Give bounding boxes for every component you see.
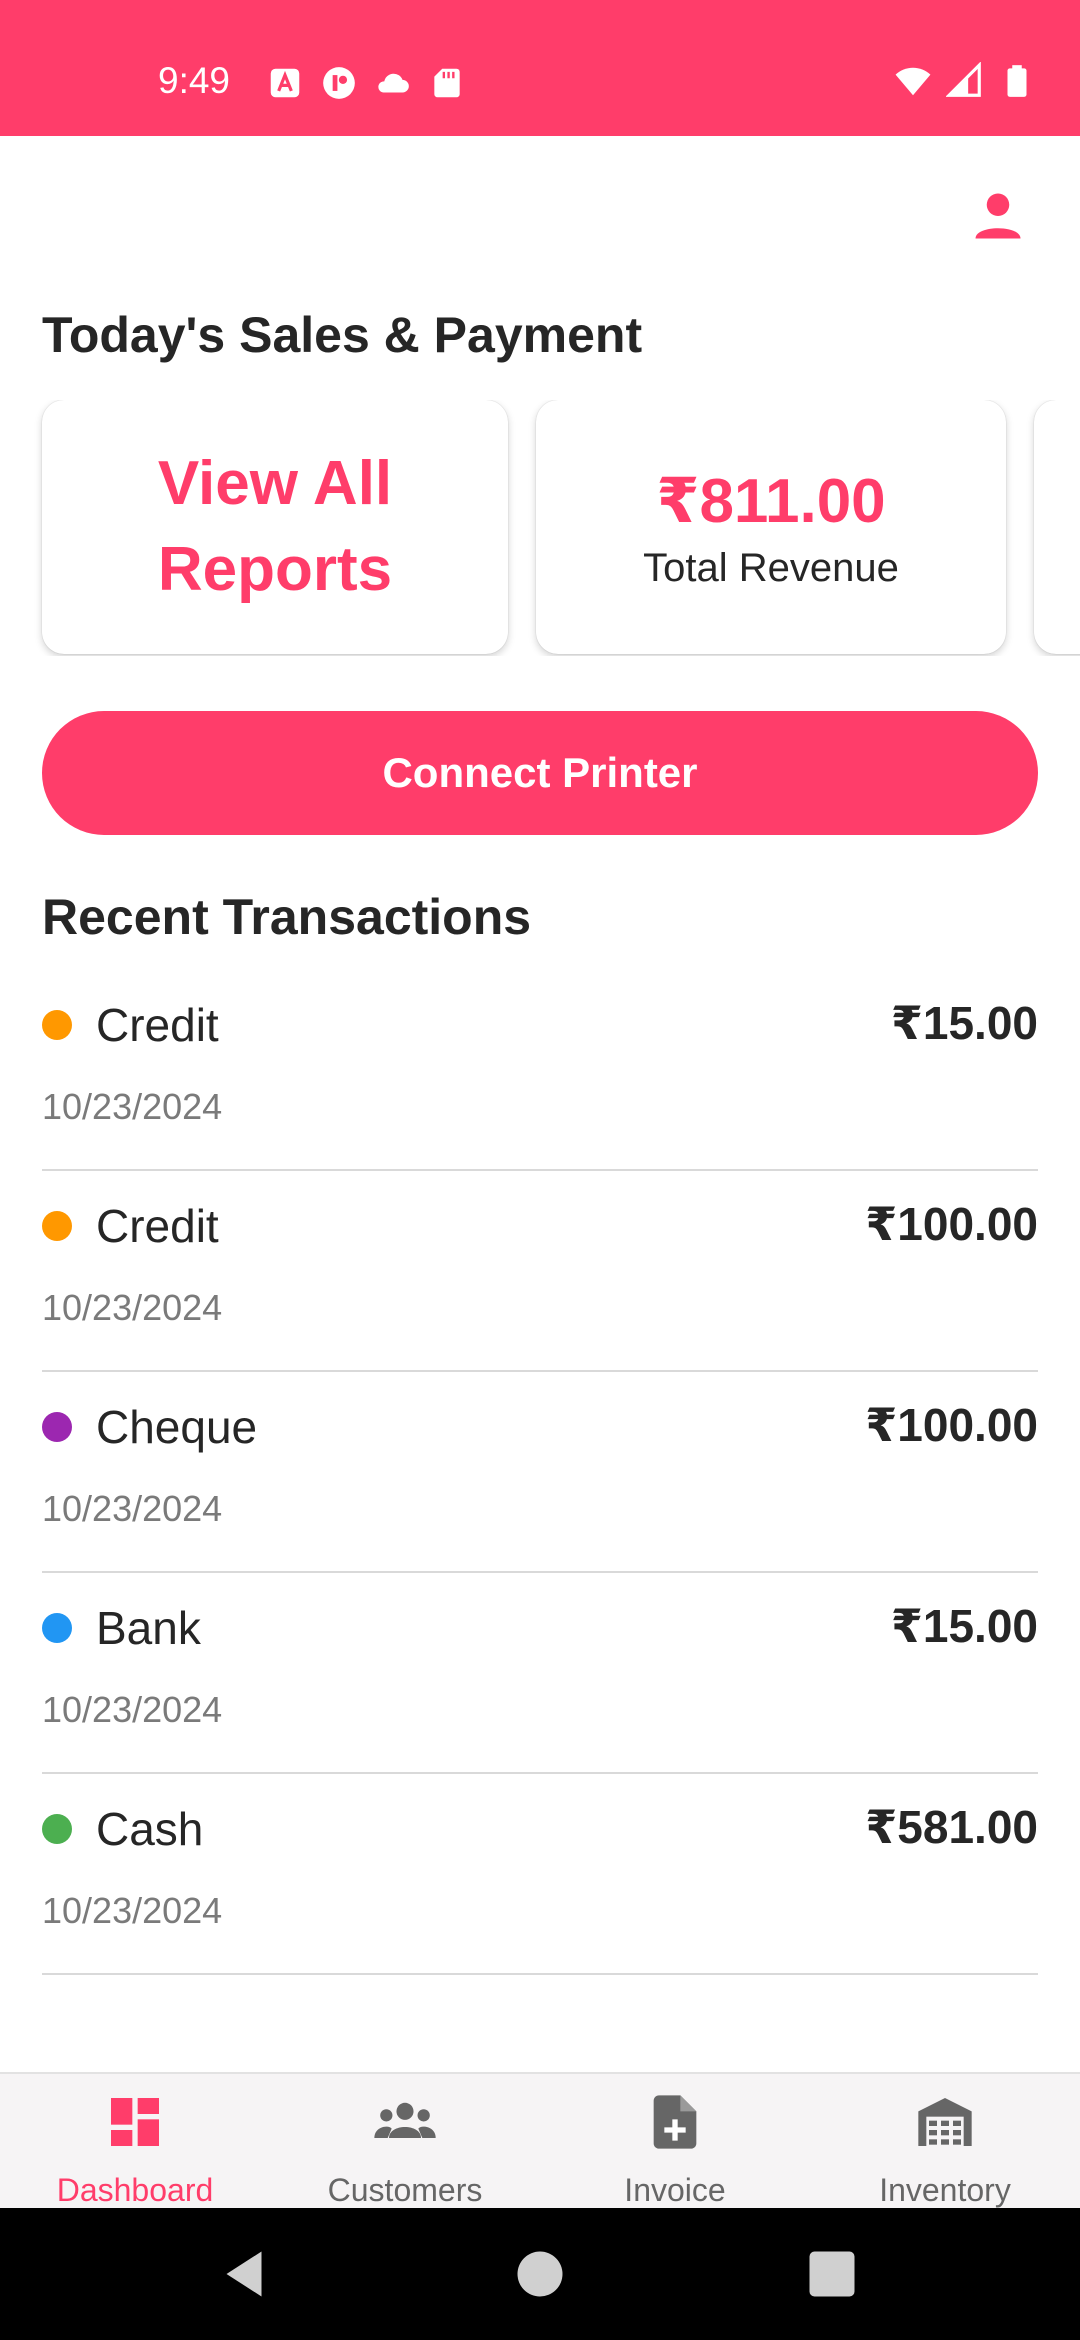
total-revenue-card[interactable]: ₹811.00 Total Revenue	[536, 400, 1006, 654]
payment-type-dot	[42, 1211, 72, 1241]
nav-inventory[interactable]: Inventory	[810, 2074, 1080, 2208]
transaction-date: 10/23/2024	[42, 1890, 223, 1931]
status-icons-right	[894, 62, 1036, 100]
dashboard-icon	[111, 2098, 159, 2146]
app-header	[0, 136, 1080, 296]
transaction-amount: ₹100.00	[865, 1198, 1038, 1250]
transaction-date: 10/23/2024	[42, 1488, 223, 1529]
customers-icon	[374, 2102, 436, 2138]
transactions-list: Credit ₹15.00 10/23/2024 Credit ₹100.00 …	[42, 970, 1038, 1975]
payment-type-dot	[42, 1412, 72, 1442]
transaction-amount: ₹15.00	[890, 997, 1038, 1049]
status-time: 9:49	[158, 60, 231, 101]
home-icon[interactable]	[510, 2244, 570, 2304]
sd-card-icon	[434, 68, 460, 98]
transaction-type: Cash	[96, 1803, 204, 1855]
back-icon[interactable]	[214, 2244, 274, 2304]
recents-icon[interactable]	[802, 2244, 862, 2304]
transaction-type: Bank	[96, 1602, 201, 1654]
battery-icon	[1007, 65, 1027, 97]
transaction-amount: ₹100.00	[865, 1399, 1038, 1451]
connect-printer-button[interactable]: Connect Printer	[42, 711, 1038, 835]
transactions-title: Recent Transactions	[42, 889, 532, 945]
nav-label-customers: Customers	[327, 2172, 483, 2208]
invoice-icon	[653, 2095, 697, 2149]
transaction-amount: ₹581.00	[865, 1801, 1038, 1853]
bottom-nav: Dashboard Customers Invoice Inventory	[0, 2072, 1080, 2208]
transaction-type: Credit	[96, 999, 219, 1051]
transaction-row[interactable]: Credit ₹100.00 10/23/2024	[42, 1171, 1038, 1372]
person-icon[interactable]	[968, 186, 1028, 246]
next-card-partial[interactable]	[1034, 400, 1080, 654]
status-bar: 9:49	[0, 0, 1080, 136]
total-revenue-label: Total Revenue	[643, 545, 899, 590]
signal-icon	[946, 62, 981, 97]
transaction-row[interactable]: Cheque ₹100.00 10/23/2024	[42, 1372, 1038, 1573]
text-a-icon	[270, 68, 300, 98]
system-nav-bar	[0, 2208, 1080, 2340]
sales-cards[interactable]: View All Reports ₹811.00 Total Revenue	[0, 400, 1080, 656]
inventory-icon	[918, 2098, 972, 2146]
transaction-row[interactable]: Cash ₹581.00 10/23/2024	[42, 1774, 1038, 1975]
wifi-icon	[895, 67, 931, 96]
transaction-date: 10/23/2024	[42, 1086, 223, 1127]
nav-label-dashboard: Dashboard	[56, 2172, 214, 2208]
payment-type-dot	[42, 1613, 72, 1643]
nav-label-invoice: Invoice	[624, 2172, 726, 2208]
payment-type-dot	[42, 1010, 72, 1040]
transaction-date: 10/23/2024	[42, 1689, 223, 1730]
transaction-type: Cheque	[96, 1401, 258, 1453]
transaction-row[interactable]: Bank ₹15.00 10/23/2024	[42, 1573, 1038, 1774]
nav-customers[interactable]: Customers	[270, 2074, 540, 2208]
view-all-reports-label: View All Reports	[157, 449, 393, 604]
transaction-row[interactable]: Credit ₹15.00 10/23/2024	[42, 970, 1038, 1171]
cloud-icon	[378, 73, 409, 93]
nav-dashboard[interactable]: Dashboard	[0, 2074, 270, 2208]
status-icons-left	[266, 64, 466, 102]
app-icon	[323, 67, 355, 99]
view-all-reports-card[interactable]: View All Reports	[42, 400, 508, 654]
nav-invoice[interactable]: Invoice	[540, 2074, 810, 2208]
transaction-type: Credit	[96, 1200, 219, 1252]
transaction-amount: ₹15.00	[890, 1600, 1038, 1652]
transaction-date: 10/23/2024	[42, 1287, 223, 1328]
total-revenue-value: ₹811.00	[656, 466, 886, 536]
sales-title: Today's Sales & Payment	[42, 307, 643, 363]
nav-label-inventory: Inventory	[879, 2172, 1011, 2208]
payment-type-dot	[42, 1814, 72, 1844]
